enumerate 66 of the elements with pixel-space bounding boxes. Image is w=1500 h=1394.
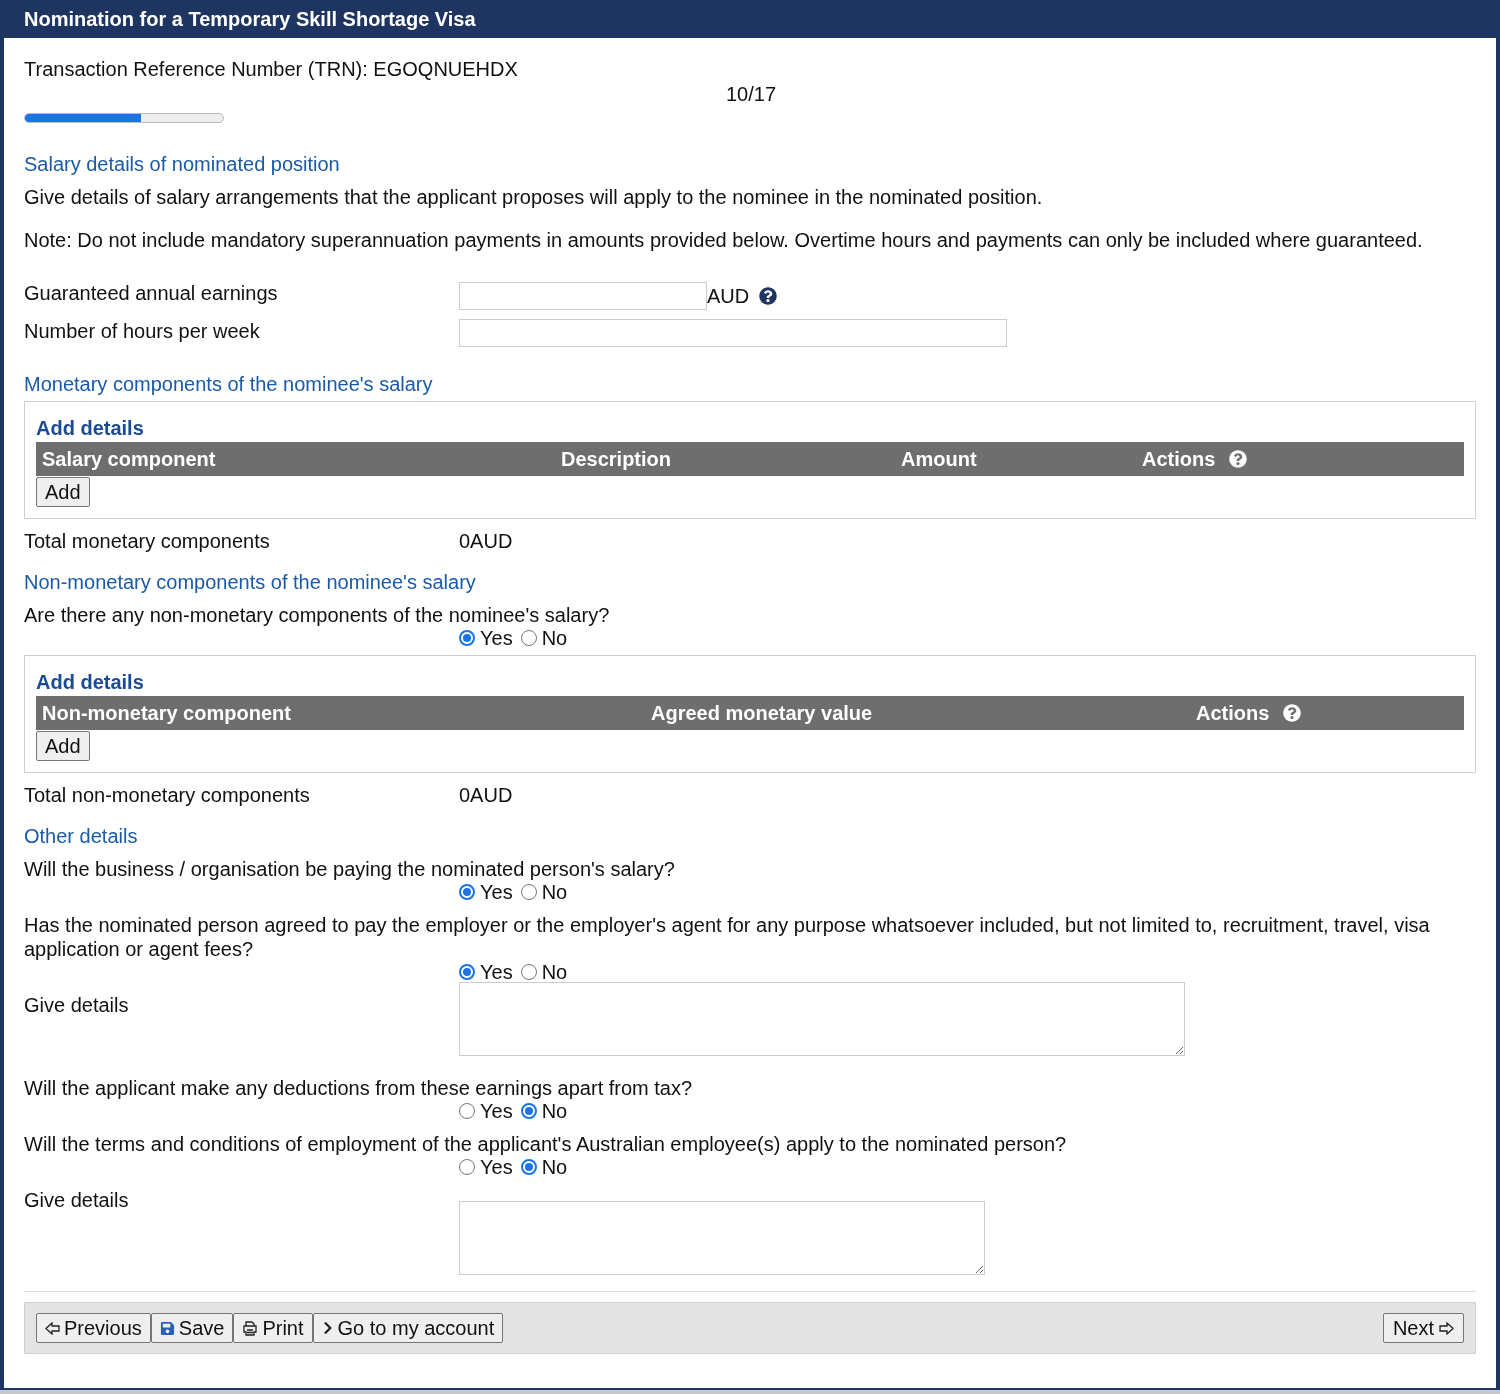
footer-button[interactable]: Save (150, 1313, 234, 1343)
trn-text: Transaction Reference Number (TRN): EGOQNUEHDX (24, 57, 519, 81)
radio-button[interactable] (459, 884, 475, 900)
question-text: Are there any non-monetary components of the nominee's salary? (24, 603, 611, 627)
radio-label[interactable]: Yes (480, 1156, 513, 1178)
section-heading: Other details (24, 824, 139, 849)
field-label: Give details (24, 1188, 130, 1212)
column-header: Agreed monetary value (651, 701, 873, 726)
column-header: Actions (1196, 701, 1270, 726)
panel-title: Add details (36, 416, 145, 441)
radio-button[interactable] (459, 1103, 475, 1119)
input-field[interactable] (459, 319, 1007, 347)
radio-button[interactable] (520, 630, 537, 646)
paragraph: Give details of salary arrangements that the applicant proposes will apply to the nominee in the nominated position. (24, 185, 1044, 209)
radio-button[interactable] (520, 1103, 537, 1119)
radio-label[interactable]: Yes (480, 1100, 513, 1122)
question-text: Has the nominated person agreed to pay the employer or the employer's agent for any purpose whatsoever included, but not limited to, recruitment, travel, visa application or agent fees? (24, 913, 1431, 961)
left-arrow-icon (45, 1321, 60, 1335)
add-button[interactable]: Add (36, 731, 90, 761)
column-header: Amount (901, 447, 977, 472)
radio-label[interactable]: Yes (480, 961, 513, 983)
radio-label[interactable]: No (541, 881, 568, 903)
radio-label[interactable]: Yes (480, 627, 513, 649)
total-value: 0AUD (459, 783, 513, 808)
radio-button[interactable] (520, 964, 537, 980)
footer-button[interactable]: Go to my account (312, 1313, 504, 1343)
field-label: Guaranteed annual earnings (24, 281, 279, 305)
currency-label: AUD (707, 284, 750, 309)
column-header: Actions (1142, 447, 1216, 472)
radio-label[interactable]: No (541, 1156, 568, 1178)
column-header: Non-monetary component (42, 701, 291, 726)
field-label: Number of hours per week (24, 319, 261, 343)
section-heading: Non-monetary components of the nominee's salary (24, 570, 477, 595)
question-text: Will the terms and conditions of employment of the applicant's Australian employee(s) apply to the nominated person? (24, 1132, 1068, 1156)
paragraph: Note: Do not include mandatory superannuation payments in amounts provided below. Overtime hours and payments can only be included where guaranteed. (24, 228, 1424, 252)
radio-label[interactable]: Yes (480, 881, 513, 903)
question-text: Will the applicant make any deductions from these earnings apart from tax? (24, 1076, 694, 1100)
help-icon[interactable] (759, 287, 778, 305)
question-text: Will the business / organisation be paying the nominated person's salary? (24, 857, 676, 881)
total-label: Total non-monetary components (24, 783, 311, 808)
field-label: Give details (24, 993, 130, 1017)
radio-label[interactable]: No (541, 1100, 568, 1122)
radio-button[interactable] (459, 964, 475, 980)
radio-label[interactable]: No (541, 627, 568, 649)
section-heading: Salary details of nominated position (24, 152, 341, 177)
radio-button[interactable] (459, 630, 475, 646)
footer-button[interactable]: Print (233, 1313, 313, 1343)
radio-button[interactable] (459, 1159, 475, 1175)
radio-button[interactable] (520, 1159, 537, 1175)
total-label: Total monetary components (24, 529, 271, 554)
printer-icon (242, 1320, 259, 1336)
add-button[interactable]: Add (36, 477, 90, 507)
radio-label[interactable]: No (541, 961, 568, 983)
right-arrow-icon (1439, 1321, 1454, 1335)
column-header: Salary component (42, 447, 216, 472)
radio-button[interactable] (520, 884, 537, 900)
chevron-right-icon (321, 1321, 334, 1335)
footer-button[interactable]: Previous (36, 1313, 151, 1343)
panel-title: Add details (36, 670, 145, 695)
input-field[interactable] (459, 282, 707, 310)
page-title: Nomination for a Temporary Skill Shortage Visa (24, 7, 476, 32)
step-counter: 10/17 (726, 82, 777, 107)
next-button[interactable]: Next (1382, 1313, 1464, 1343)
column-header: Description (561, 447, 672, 472)
section-heading: Monetary components of the nominee's salary (24, 372, 434, 397)
total-value: 0AUD (459, 529, 513, 554)
